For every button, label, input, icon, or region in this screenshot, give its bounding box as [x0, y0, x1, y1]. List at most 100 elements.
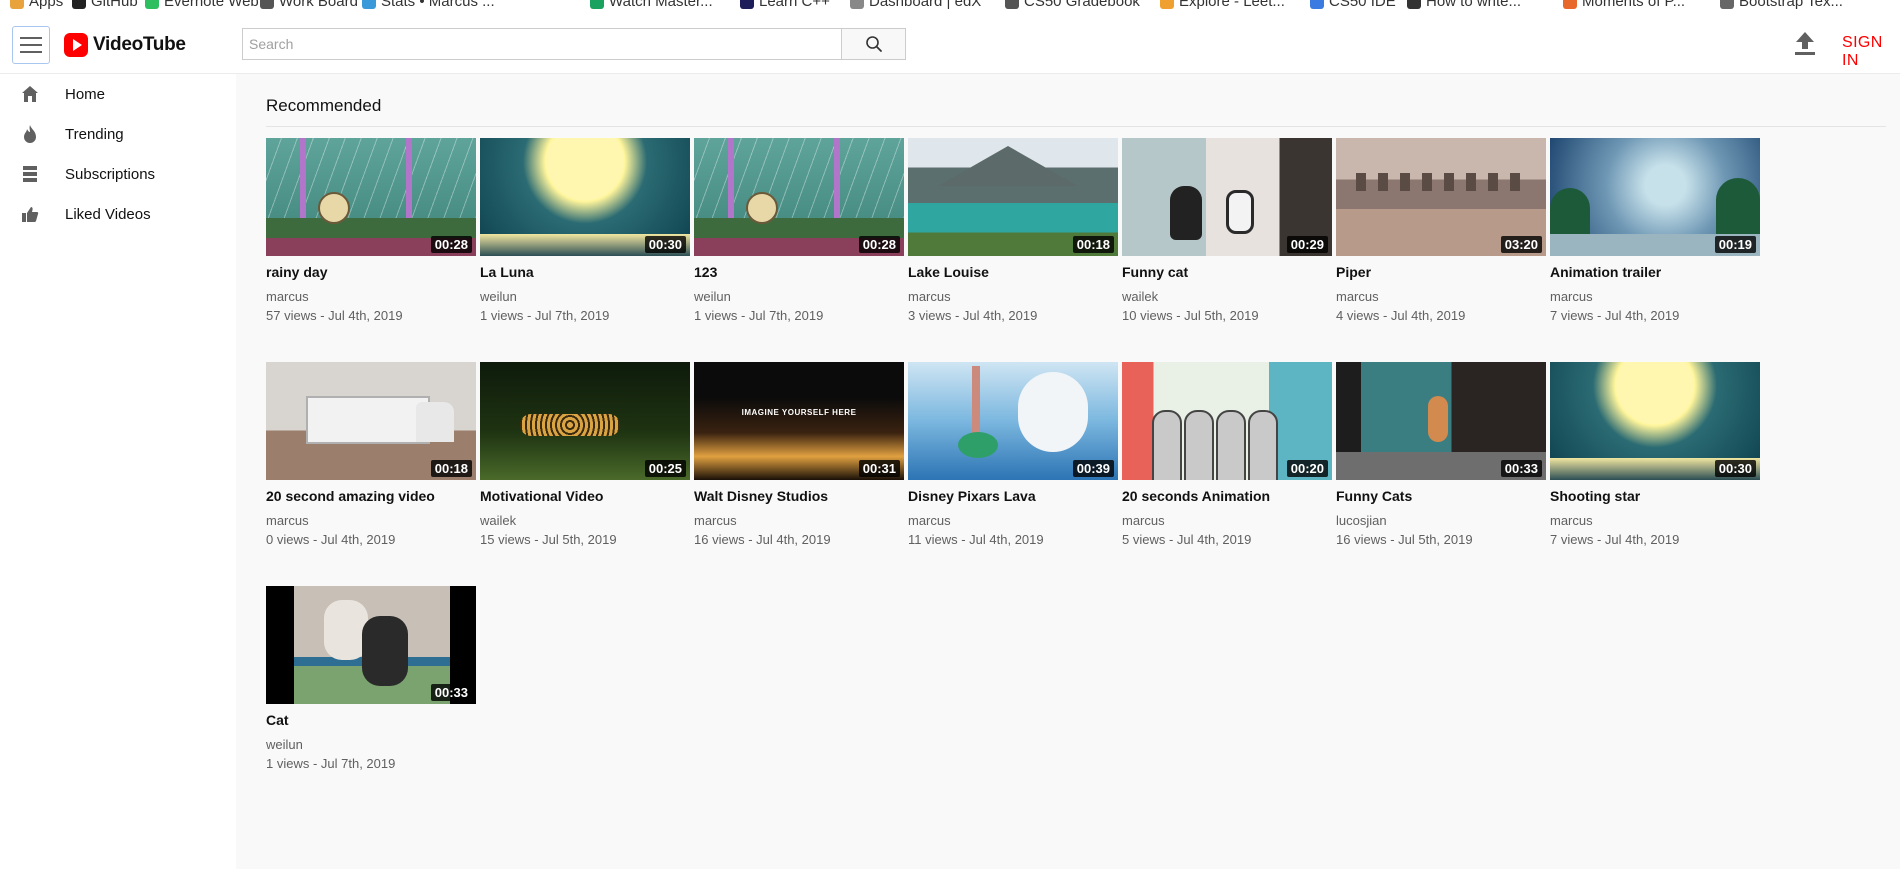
menu-line [20, 44, 42, 46]
channel-name[interactable]: weilun [480, 289, 690, 304]
bookmark-favicon-icon [1310, 0, 1324, 9]
video-thumbnail[interactable]: 00:33 [1336, 362, 1546, 480]
video-card[interactable]: 00:18 20 second amazing video marcus 0 view… [266, 362, 476, 565]
bookmark-item[interactable]: Moments of P... [1563, 0, 1685, 10]
bookmark-item[interactable]: Evernote Web [145, 0, 259, 10]
video-title[interactable]: Shooting star [1550, 488, 1760, 504]
video-card[interactable]: 00:30 La Luna weilun 1 views - Jul 7th, 201… [480, 138, 690, 341]
video-title[interactable]: Disney Pixars Lava [908, 488, 1118, 504]
channel-name[interactable]: marcus [266, 513, 476, 528]
video-title[interactable]: rainy day [266, 264, 476, 280]
video-title[interactable]: Piper [1336, 264, 1546, 280]
bookmark-label: Stats • Marcus ... [381, 0, 495, 10]
bookmark-item[interactable]: Watch Master... [590, 0, 713, 10]
video-card[interactable]: 00:39 Disney Pixars Lava marcus 11 views - … [908, 362, 1118, 565]
bookmark-item[interactable]: Bootstrap Tex... [1720, 0, 1843, 10]
video-card[interactable]: 00:30 Shooting star marcus 7 views - Jul 4t… [1550, 362, 1760, 565]
video-thumbnail[interactable]: 00:28 [266, 138, 476, 256]
duration-badge: 00:28 [430, 236, 472, 253]
video-title[interactable]: La Luna [480, 264, 690, 280]
video-thumbnail[interactable]: 00:33 [266, 586, 476, 704]
video-card[interactable]: 00:18 Lake Louise marcus 3 views - Jul 4th,… [908, 138, 1118, 341]
video-thumbnail[interactable]: 00:28 [694, 138, 904, 256]
video-card[interactable]: 00:19 Animation trailer marcus 7 views - Ju… [1550, 138, 1760, 341]
bookmark-item[interactable]: Work Board [260, 0, 358, 10]
video-thumbnail[interactable]: 00:18 [908, 138, 1118, 256]
channel-name[interactable]: marcus [1336, 289, 1546, 304]
bookmark-item[interactable]: Stats • Marcus ... [362, 0, 495, 10]
section-title: Recommended [266, 96, 382, 115]
video-meta: 5 views - Jul 4th, 2019 [1122, 532, 1252, 547]
bookmark-item[interactable]: Explore - Leet... [1160, 0, 1285, 10]
channel-name[interactable]: marcus [1122, 513, 1332, 528]
channel-name[interactable]: marcus [694, 513, 904, 528]
channel-name[interactable]: lucosjian [1336, 513, 1546, 528]
bookmark-favicon-icon [1563, 0, 1577, 9]
channel-name[interactable]: wailek [480, 513, 690, 528]
search-input[interactable] [242, 28, 842, 60]
channel-name[interactable]: marcus [1550, 289, 1760, 304]
bookmark-favicon-icon [145, 0, 159, 9]
video-thumbnail[interactable]: 03:20 [1336, 138, 1546, 256]
channel-name[interactable]: weilun [694, 289, 904, 304]
search-button[interactable] [842, 28, 906, 60]
video-card[interactable]: 00:25 Motivational Video wailek 15 views - … [480, 362, 690, 565]
channel-name[interactable]: marcus [1550, 513, 1760, 528]
video-thumbnail[interactable]: 00:19 [1550, 138, 1760, 256]
sign-in-button[interactable]: SIGN IN [1842, 34, 1900, 70]
video-thumbnail[interactable]: 00:25 [480, 362, 690, 480]
video-thumbnail[interactable]: 00:30 [1550, 362, 1760, 480]
video-title[interactable]: Funny cat [1122, 264, 1332, 280]
video-title[interactable]: 20 seconds Animation [1122, 488, 1332, 504]
duration-badge: 00:39 [1072, 460, 1114, 477]
bookmark-label: Learn C++ [759, 0, 830, 10]
video-title[interactable]: 20 second amazing video [266, 488, 476, 504]
video-thumbnail[interactable]: 00:39 [908, 362, 1118, 480]
channel-name[interactable]: marcus [908, 289, 1118, 304]
hamburger-menu-button[interactable] [12, 26, 50, 64]
video-meta: 0 views - Jul 4th, 2019 [266, 532, 396, 547]
video-thumbnail[interactable]: 00:29 [1122, 138, 1332, 256]
video-card[interactable]: 00:33 Cat weilun 1 views - Jul 7th, 2019 [266, 586, 476, 789]
bookmark-favicon-icon [1720, 0, 1734, 9]
channel-name[interactable]: marcus [266, 289, 476, 304]
video-card[interactable]: 00:28 123 weilun 1 views - Jul 7th, 2019 [694, 138, 904, 341]
video-title[interactable]: 123 [694, 264, 904, 280]
upload-button[interactable] [1792, 30, 1818, 58]
sidebar-item-trending[interactable]: Trending [0, 114, 236, 154]
video-thumbnail[interactable]: 00:30 [480, 138, 690, 256]
video-thumbnail[interactable]: IMAGINE YOURSELF HERE 00:31 [694, 362, 904, 480]
video-thumbnail[interactable]: 00:18 [266, 362, 476, 480]
duration-badge: 03:20 [1500, 236, 1542, 253]
bookmark-item[interactable]: CS50 Gradebook [1005, 0, 1140, 10]
video-card[interactable]: 00:28 rainy day marcus 57 views - Jul 4th, … [266, 138, 476, 341]
sidebar-item-liked-videos[interactable]: Liked Videos [0, 194, 236, 234]
video-title[interactable]: Walt Disney Studios [694, 488, 904, 504]
video-card[interactable]: IMAGINE YOURSELF HERE 00:31 Walt Disney St… [694, 362, 904, 565]
bookmark-item[interactable]: How to write... [1407, 0, 1521, 10]
video-thumbnail[interactable]: 00:20 [1122, 362, 1332, 480]
sidebar-item-home[interactable]: Home [0, 74, 236, 114]
bookmark-item[interactable]: Apps [10, 0, 63, 10]
channel-name[interactable]: marcus [908, 513, 1118, 528]
video-title[interactable]: Lake Louise [908, 264, 1118, 280]
video-title[interactable]: Cat [266, 712, 476, 728]
video-grid: 00:28 rainy day marcus 57 views - Jul 4th, … [266, 138, 1760, 789]
channel-name[interactable]: wailek [1122, 289, 1332, 304]
app-logo[interactable]: VideoTube [64, 33, 186, 57]
sidebar-item-subscriptions[interactable]: Subscriptions [0, 154, 236, 194]
bookmark-item[interactable]: Learn C++ [740, 0, 830, 10]
bookmark-item[interactable]: GitHub [72, 0, 138, 10]
bookmark-item[interactable]: Dashboard | edX [850, 0, 981, 10]
video-card[interactable]: 00:29 Funny cat wailek 10 views - Jul 5th, … [1122, 138, 1332, 341]
video-title[interactable]: Funny Cats [1336, 488, 1546, 504]
video-card[interactable]: 00:20 20 seconds Animation marcus 5 views -… [1122, 362, 1332, 565]
channel-name[interactable]: weilun [266, 737, 476, 752]
video-card[interactable]: 00:33 Funny Cats lucosjian 16 views - Jul 5… [1336, 362, 1546, 565]
video-title[interactable]: Animation trailer [1550, 264, 1760, 280]
video-meta: 7 views - Jul 4th, 2019 [1550, 308, 1680, 323]
video-card[interactable]: 03:20 Piper marcus 4 views - Jul 4th, 2019 [1336, 138, 1546, 341]
bookmark-item[interactable]: CS50 IDE [1310, 0, 1396, 10]
bookmark-label: Work Board [279, 0, 358, 10]
video-title[interactable]: Motivational Video [480, 488, 690, 504]
